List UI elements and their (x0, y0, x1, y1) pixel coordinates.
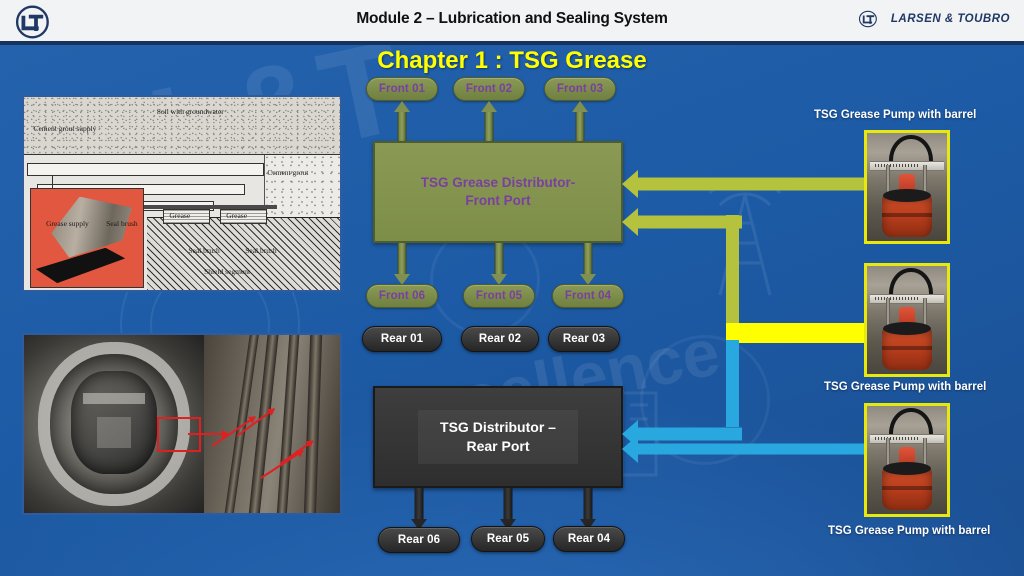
diagram-label-grease-supply: Grease supply (46, 218, 89, 228)
diagram-label-grease-2: Grease (226, 210, 248, 220)
front-distributor-label: TSG Grease Distributor- Front Port (421, 174, 576, 210)
diagram-label-cement-grout-supply: Cement grout supply (33, 124, 97, 134)
rear-distributor-line1: TSG Distributor – (440, 419, 556, 436)
tail-seal-cross-section-diagram: Soil with groundwater Cement grout suppl… (22, 95, 342, 292)
connector-arrow-down-front-06 (392, 243, 412, 285)
tbm-tunnel-photos (22, 333, 342, 515)
pump-photo-2 (864, 263, 950, 377)
diagram-label-cement-grout: Cement grout (267, 168, 309, 178)
feed-arrow-front-elbow-head (622, 208, 742, 236)
port-rear-06[interactable]: Rear 06 (378, 527, 460, 553)
front-distributor-box[interactable]: TSG Grease Distributor- Front Port (373, 141, 623, 243)
diagram-label-soil: Soil with groundwater (156, 106, 224, 116)
rear-distributor-label: TSG Distributor – Rear Port (418, 410, 578, 464)
pump-photo-3 (864, 403, 950, 517)
label-strip (870, 161, 944, 171)
tbm-machine-shape (70, 370, 158, 474)
connector-arrow-up-front-03 (570, 101, 590, 143)
larsen-toubro-brand: LARSEN & TOUBRO (856, 9, 1010, 29)
label-strip (870, 434, 944, 444)
port-front-03[interactable]: Front 03 (544, 77, 616, 101)
port-rear-01[interactable]: Rear 01 (362, 326, 442, 352)
port-rear-02[interactable]: Rear 02 (461, 326, 539, 352)
seal-brush-plate (140, 205, 277, 209)
brand-name: LARSEN & TOUBRO (890, 13, 1010, 25)
front-distributor-line1: TSG Grease Distributor- (420, 174, 576, 190)
connector-arrow-down-front-05 (489, 243, 509, 285)
grease-barrel (882, 462, 932, 510)
grease-line-closeup-photo (204, 335, 340, 513)
feed-arrow-rear-bottom (622, 435, 864, 463)
cable-shape (303, 335, 323, 513)
port-front-04[interactable]: Front 04 (552, 284, 624, 308)
connector-arrow-down-front-04 (578, 243, 598, 285)
port-front-06[interactable]: Front 06 (366, 284, 438, 308)
grease-barrel (882, 322, 932, 370)
pump-label-3: TSG Grease Pump with barrel (828, 525, 991, 537)
rear-distributor-line2: Rear Port (466, 438, 530, 454)
slide-body: L&T Excellence Chapter 1 : TSG Grease (0, 45, 1024, 576)
connector-arrow-up-front-01 (392, 101, 412, 143)
port-front-01[interactable]: Front 01 (366, 77, 438, 101)
rear-distributor-box[interactable]: TSG Distributor – Rear Port (373, 386, 623, 488)
chapter-title: Chapter 1 : TSG Grease (377, 47, 647, 74)
connector-arrow-down-rear-05 (498, 488, 518, 530)
diagram-label-shield-segment: Shield segment (204, 266, 251, 276)
shield-segment-region (147, 216, 340, 290)
port-rear-04[interactable]: Rear 04 (553, 526, 625, 552)
feed-arrow-mid-yellow (726, 320, 866, 346)
port-rear-03[interactable]: Rear 03 (548, 326, 620, 352)
grease-barrel (882, 189, 932, 237)
pump-photo-1 (864, 130, 950, 244)
feed-arrow-front-top (622, 170, 864, 198)
pump-label-1: TSG Grease Pump with barrel (814, 109, 977, 121)
front-distributor-line2: Front Port (465, 193, 531, 208)
pump-label-2: TSG Grease Pump with barrel (824, 381, 987, 393)
feed-arrow-rear-elbow-vertical (726, 340, 739, 427)
watermark-tower-icon (708, 185, 782, 296)
port-rear-05[interactable]: Rear 05 (471, 526, 545, 552)
grout-pipe (27, 162, 265, 177)
annotation-connector-arrow (188, 429, 230, 438)
cable-shape (275, 335, 300, 513)
tunnel-overview-photo (24, 335, 205, 513)
diagram-label-seal-brush-main: Seal brush (106, 218, 138, 228)
lt-logo-icon (858, 10, 877, 28)
diagram-label-seal-brush-3: Seal brush (245, 245, 277, 255)
connector-arrow-down-rear-04 (578, 488, 598, 530)
diagram-label-grease-1: Grease (169, 210, 191, 220)
diagram-label-seal-brush-2: Seal brush (188, 245, 220, 255)
label-strip (870, 294, 944, 304)
port-front-05[interactable]: Front 05 (463, 284, 535, 308)
slide-header: Module 2 – Lubrication and Sealing Syste… (0, 0, 1024, 44)
connector-arrow-down-rear-06 (409, 488, 429, 530)
seal-brush-photo (30, 187, 145, 289)
port-front-02[interactable]: Front 02 (453, 77, 525, 101)
connector-arrow-up-front-02 (479, 101, 499, 143)
